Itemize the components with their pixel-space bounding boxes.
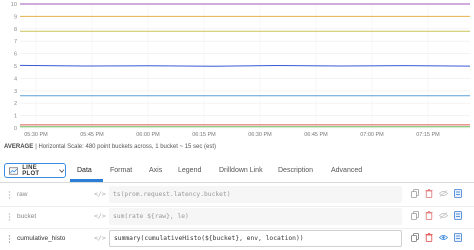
query-builder-toggle-icon[interactable] [454,211,462,220]
y-tick-label: 0 [14,126,17,132]
y-tick-label: 3 [14,89,17,95]
x-tick-label: 06:00 PM [136,132,160,138]
active-tab-indicator [70,179,103,182]
x-tick-label: 05:30 PM [24,132,48,138]
query-name[interactable]: bucket [17,213,36,220]
query-name[interactable]: raw [17,191,27,198]
delete-icon[interactable] [425,233,433,242]
copy-icon[interactable] [411,233,419,242]
code-icon[interactable]: </> [94,190,106,198]
x-tick-label: 06:15 PM [192,132,216,138]
query-text: sum(rate ${raw}, le) [113,213,189,220]
tab-format[interactable]: Format [110,167,132,174]
chevron-down-icon [59,168,65,173]
drag-handle-icon[interactable] [8,191,11,199]
y-tick-label: 7 [14,39,17,45]
copy-icon[interactable] [411,211,419,220]
tab-data[interactable]: Data [77,167,92,174]
drag-handle-icon[interactable] [8,213,11,221]
query-row-raw: raw </> ts(prom.request.latency.bucket) [0,184,474,206]
x-tick-label: 06:30 PM [248,132,272,138]
line-chart: 0 1 2 3 4 5 6 7 8 9 10 05:30 PM 05:45 PM 06:00 PM 06:… [11,2,471,138]
eye-hidden-icon[interactable] [439,190,448,197]
horizontal-scale-text: | Horizontal Scale: 480 point buckets ac… [35,144,217,150]
y-tick-label: 6 [14,52,17,58]
copy-icon[interactable] [411,189,419,198]
drag-handle-icon[interactable] [8,235,11,243]
delete-icon[interactable] [425,211,433,220]
plot-type-label: LINE PLOT [22,164,40,177]
editor-tabs: LINE PLOT Data Format Axis Legend Drilld… [0,161,474,183]
query-builder-toggle-icon[interactable] [454,233,462,242]
query-row-cumulative-histo: cumulative_histo </> summary(cumulativeH… [0,228,474,250]
x-tick-label: 07:00 PM [360,132,384,138]
query-row-bucket: bucket </> sum(rate ${raw}, le) [0,206,474,228]
chart-info: AVERAGE | Horizontal Scale: 480 point bu… [4,141,216,153]
query-text: summary(cumulativeHisto(${bucket}, env, … [114,235,304,242]
plot-type-dropdown[interactable]: LINE PLOT [4,163,66,178]
query-builder-toggle-icon[interactable] [454,189,462,198]
query-input[interactable]: summary(cumulativeHisto(${bucket}, env, … [109,230,402,247]
query-text: ts(prom.request.latency.bucket) [113,191,231,198]
y-tick-label: 5 [14,64,17,70]
tab-advanced[interactable]: Advanced [331,167,362,174]
tab-legend[interactable]: Legend [178,167,201,174]
tab-drilldown-link[interactable]: Drilldown Link [219,167,263,174]
y-tick-label: 9 [14,14,17,20]
x-tick-label: 06:45 PM [304,132,328,138]
y-tick-label: 1 [14,114,17,120]
query-input[interactable]: sum(rate ${raw}, le) [109,208,402,225]
summarization-label[interactable]: AVERAGE [4,144,33,150]
query-name[interactable]: cumulative_histo [17,235,65,242]
series-line-3 [19,64,471,67]
y-tick-label: 8 [14,27,17,33]
code-icon[interactable]: </> [94,212,106,220]
tab-axis[interactable]: Axis [149,167,162,174]
line-chart-icon [9,166,19,175]
tab-description[interactable]: Description [278,167,313,174]
x-tick-label: 07:15 PM [416,132,440,138]
eye-hidden-icon[interactable] [439,212,448,219]
y-tick-label: 10 [11,2,17,8]
x-tick-label: 05:45 PM [80,132,104,138]
query-input[interactable]: ts(prom.request.latency.bucket) [109,186,402,203]
eye-icon[interactable] [439,234,448,241]
code-icon[interactable]: </> [94,234,106,242]
delete-icon[interactable] [425,189,433,198]
y-tick-label: 4 [14,76,17,82]
y-tick-label: 2 [14,101,17,107]
